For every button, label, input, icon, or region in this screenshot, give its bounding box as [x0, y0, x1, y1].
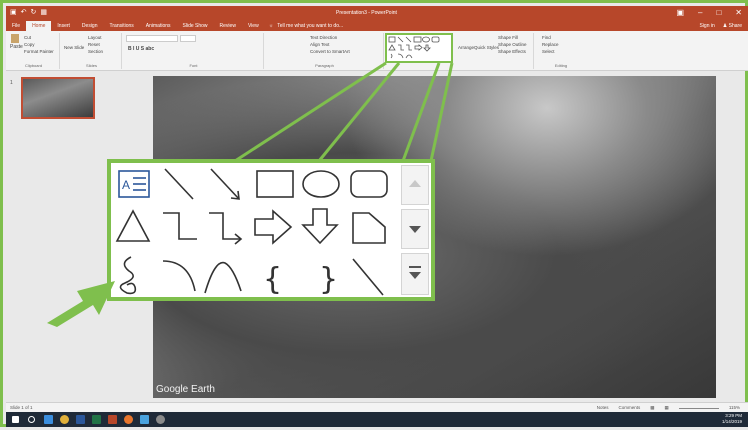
- pointer-arrow: [47, 281, 115, 327]
- word-icon[interactable]: [76, 415, 85, 424]
- app-icon[interactable]: [156, 415, 165, 424]
- flowchart-icon[interactable]: [352, 212, 386, 244]
- svg-text:A: A: [122, 178, 130, 192]
- left-brace-icon[interactable]: {: [263, 262, 282, 297]
- powerpoint-icon[interactable]: [108, 415, 117, 424]
- excel-icon[interactable]: [92, 415, 101, 424]
- firefox-icon[interactable]: [124, 415, 133, 424]
- curve-icon[interactable]: [204, 261, 242, 294]
- rounded-rectangle-icon[interactable]: [350, 170, 388, 198]
- search-icon[interactable]: [28, 416, 35, 423]
- text-box-icon[interactable]: A: [118, 170, 150, 198]
- comments-button[interactable]: Comments: [619, 405, 641, 411]
- windows-start-icon[interactable]: [12, 416, 19, 423]
- system-tray: 3:29 PM 1/14/2019: [722, 413, 742, 425]
- line-icon[interactable]: [164, 168, 194, 200]
- right-arrow-icon[interactable]: [254, 209, 293, 245]
- normal-view-icon[interactable]: ▩: [650, 405, 654, 411]
- scroll-down-icon: [409, 226, 421, 233]
- arrow-line-icon[interactable]: [210, 168, 240, 200]
- zoom-slider[interactable]: [678, 408, 719, 409]
- scroll-up-button[interactable]: [401, 165, 429, 205]
- down-arrow-icon[interactable]: [301, 208, 339, 245]
- triangle-icon[interactable]: [115, 209, 151, 242]
- line-icon[interactable]: [352, 258, 384, 296]
- task-view-icon[interactable]: [44, 415, 53, 424]
- arc-icon[interactable]: [162, 260, 196, 292]
- slide-sorter-icon[interactable]: ▦: [665, 405, 669, 411]
- clock-date[interactable]: 1/14/2019: [722, 419, 742, 425]
- right-brace-icon[interactable]: }: [319, 262, 338, 297]
- elbow-arrow-connector-icon[interactable]: [209, 212, 243, 245]
- status-controls: Notes Comments ▩ ▦ 115%: [597, 405, 740, 411]
- screenshot-frame: ▣ ↶ ↻ ▦ Presentation3 - PowerPoint ▣ – □…: [0, 0, 748, 427]
- more-icon: [409, 266, 421, 268]
- oval-icon[interactable]: [302, 170, 340, 198]
- elbow-connector-icon[interactable]: [163, 212, 197, 240]
- more-icon-arrow: [409, 272, 421, 279]
- slide-info: Slide 1 of 1: [10, 405, 33, 410]
- shapes-gallery-zoom: A { }: [107, 159, 435, 301]
- zoom-level[interactable]: 115%: [729, 405, 740, 411]
- notes-button[interactable]: Notes: [597, 405, 609, 411]
- file-explorer-icon[interactable]: [140, 415, 149, 424]
- windows-taskbar: 3:29 PM 1/14/2019: [6, 412, 748, 427]
- rectangle-icon[interactable]: [256, 170, 294, 198]
- status-bar: Slide 1 of 1 Notes Comments ▩ ▦ 115%: [6, 402, 748, 412]
- more-shapes-button[interactable]: [401, 253, 429, 295]
- scroll-down-button[interactable]: [401, 209, 429, 249]
- scroll-up-icon: [409, 180, 421, 187]
- shapes-grid: A { }: [115, 168, 388, 297]
- chrome-icon[interactable]: [60, 415, 69, 424]
